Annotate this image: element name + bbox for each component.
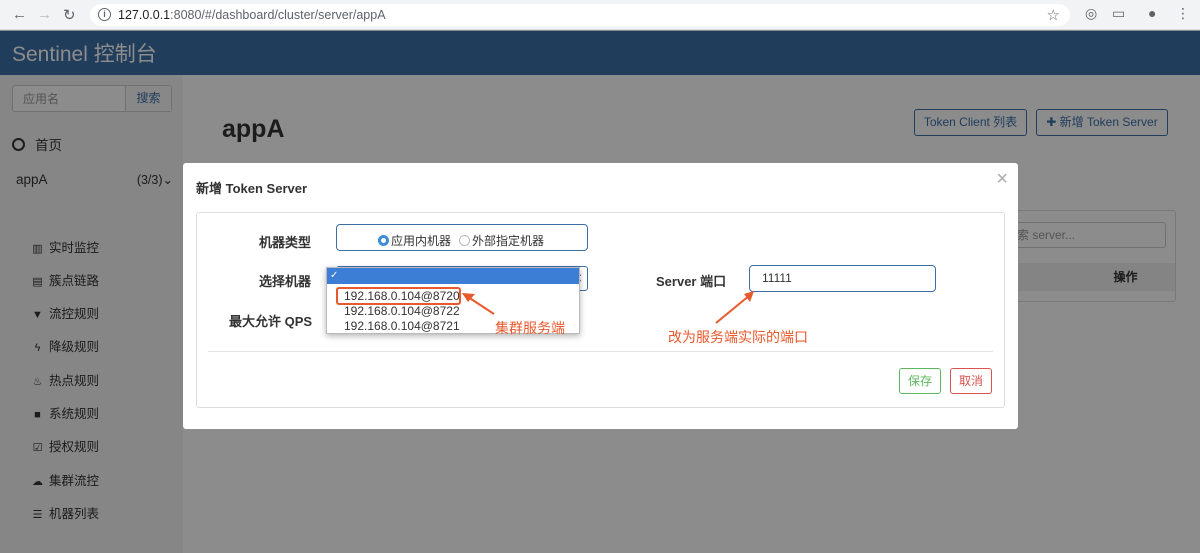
dialog-title: 新增 Token Server: [196, 181, 308, 196]
max-qps-label: 最大允许 QPS: [229, 314, 313, 329]
cancel-button[interactable]: 取消: [950, 368, 992, 394]
dialog-form: 机器类型 应用内机器 外部指定机器 选择机器 ▴▾ ✓ 192.168.0.10…: [196, 212, 1005, 408]
machine-type-label: 机器类型: [259, 235, 312, 250]
annotation-change-port: 改为服务端实际的端口: [668, 329, 808, 345]
select-machine-label: 选择机器: [259, 274, 312, 289]
radio-label: 应用内机器: [391, 234, 452, 248]
dropdown-option[interactable]: 192.168.0.104@8721: [344, 319, 460, 333]
forward-icon[interactable]: →: [37, 6, 52, 23]
profile-icon[interactable]: ●: [1148, 5, 1156, 21]
reload-icon[interactable]: ↻: [63, 6, 76, 24]
radio-label: 外部指定机器: [472, 234, 545, 248]
back-icon[interactable]: ←: [12, 6, 27, 23]
radio-external-machine[interactable]: 外部指定机器: [459, 232, 544, 249]
dropdown-option[interactable]: 192.168.0.104@8722: [344, 304, 460, 318]
save-button[interactable]: 保存: [899, 368, 941, 394]
radio-checked-icon: [378, 235, 389, 246]
info-icon[interactable]: i: [98, 8, 111, 21]
dropdown-option-blank[interactable]: ✓: [327, 268, 579, 284]
extension-icon[interactable]: ◎: [1085, 5, 1097, 22]
radio-unchecked-icon: [459, 235, 470, 246]
annotation-cluster-server: 集群服务端: [495, 320, 565, 336]
server-port-label: Server 端口: [656, 274, 727, 289]
machine-type-radio-group: 应用内机器 外部指定机器: [336, 224, 588, 251]
address-bar[interactable]: i 127.0.0.1:8080/#/dashboard/cluster/ser…: [90, 4, 1070, 26]
extension-icon[interactable]: ▭: [1112, 5, 1125, 22]
bookmark-star-icon[interactable]: ☆: [1047, 6, 1060, 24]
url-text: 127.0.0.1:8080/#/dashboard/cluster/serve…: [118, 8, 386, 22]
form-divider: [208, 351, 993, 352]
server-port-input[interactable]: 11111: [749, 265, 936, 292]
highlight-box: [336, 287, 461, 305]
add-token-server-dialog: 新增 Token Server × 机器类型 应用内机器 外部指定机器 选择机器…: [183, 163, 1018, 429]
menu-dots-icon[interactable]: ⋮: [1176, 5, 1190, 22]
close-icon[interactable]: ×: [996, 168, 1008, 191]
radio-in-app-machine[interactable]: 应用内机器: [378, 232, 451, 249]
browser-toolbar: ← → ↻ i 127.0.0.1:8080/#/dashboard/clust…: [0, 0, 1200, 30]
